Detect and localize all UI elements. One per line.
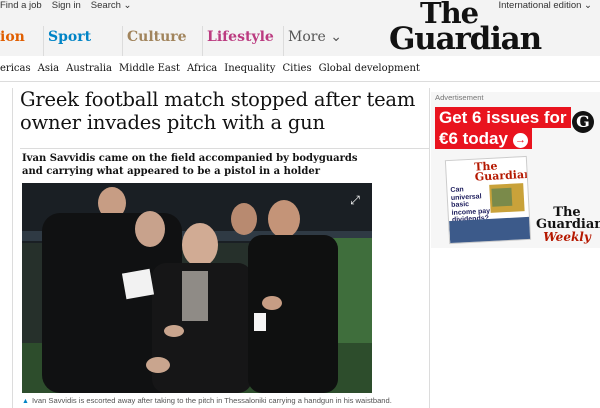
top-bar: Find a job Sign in Search ⌄ Internationa…: [0, 0, 600, 56]
triangle-icon: ▲: [22, 398, 29, 405]
subnav-item-asia[interactable]: Asia: [38, 63, 60, 74]
subnav-item-americas[interactable]: ericas: [0, 63, 31, 74]
pillar-more-label: More ⌄: [288, 29, 342, 45]
pillar-culture[interactable]: Culture: [122, 26, 205, 56]
pillar-sport-label: Sport: [48, 29, 92, 45]
headline-divider: [20, 148, 430, 149]
pillar-more[interactable]: More ⌄: [283, 26, 346, 56]
column-divider-right: [429, 88, 430, 408]
magazine-masthead: The Guardian: [474, 159, 532, 184]
ad-headline-line1: Get 6 issues for: [435, 107, 571, 128]
subnav-item-cities[interactable]: Cities: [282, 63, 311, 74]
column-divider-left: [12, 88, 13, 408]
arrow-right-icon: →: [512, 133, 528, 148]
guardian-g-icon: G: [572, 111, 594, 133]
sub-nav: ericas Asia Australia Middle East Africa…: [0, 56, 600, 82]
pillar-sport[interactable]: Sport: [43, 26, 125, 56]
ad-price: €6 today: [439, 129, 508, 148]
subnav-item-middle-east[interactable]: Middle East: [119, 63, 180, 74]
sign-in-link[interactable]: Sign in: [52, 0, 81, 11]
subnav-item-inequality[interactable]: Inequality: [224, 63, 275, 74]
magazine-cover-image-detail: [491, 187, 513, 207]
pillar-lifestyle-label: Lifestyle: [207, 29, 274, 45]
logo-guardian: Guardian: [389, 20, 542, 57]
photo-illustration: [22, 183, 372, 393]
image-caption: ▲ Ivan Savvidis is escorted away after ta…: [22, 396, 402, 405]
pillar-lifestyle[interactable]: Lifestyle: [202, 26, 286, 56]
ad-label: Advertisement: [435, 93, 484, 102]
article-headline: Greek football match stopped after team …: [20, 88, 416, 134]
search-link[interactable]: Search ⌄: [91, 0, 132, 11]
pillar-opinion[interactable]: ion: [0, 26, 46, 56]
caption-text: Ivan Savvidis is escorted away after tak…: [31, 396, 392, 405]
find-a-job-link[interactable]: Find a job: [0, 0, 42, 11]
weekly-logo-weekly: Weekly: [543, 230, 591, 244]
magazine-cover-band: [449, 216, 532, 245]
pillar-opinion-label: ion: [0, 29, 25, 45]
subnav-item-australia[interactable]: Australia: [66, 63, 112, 74]
subnav-item-africa[interactable]: Africa: [187, 63, 217, 74]
top-links: Find a job Sign in Search ⌄: [0, 0, 132, 11]
subnav-item-global-development[interactable]: Global development: [319, 63, 420, 74]
guardian-weekly-logo: The Guardian Weekly: [536, 206, 600, 244]
article-standfirst: Ivan Savvidis came on the field accompan…: [22, 153, 358, 177]
magazine-masthead-guardian: Guardian: [474, 167, 532, 184]
ad-headline-line2: €6 today →: [435, 128, 532, 149]
article-main-image[interactable]: ⤢: [22, 183, 372, 393]
expand-icon[interactable]: ⤢: [348, 193, 362, 207]
pillar-nav: ion Sport Culture Lifestyle More ⌄: [0, 26, 346, 56]
magazine-cover: The Guardian Can universal basic income …: [444, 155, 532, 245]
pillar-culture-label: Culture: [127, 29, 187, 45]
advertisement[interactable]: Advertisement Get 6 issues for €6 today →…: [431, 92, 600, 248]
guardian-logo[interactable]: The Guardian: [389, 0, 557, 57]
